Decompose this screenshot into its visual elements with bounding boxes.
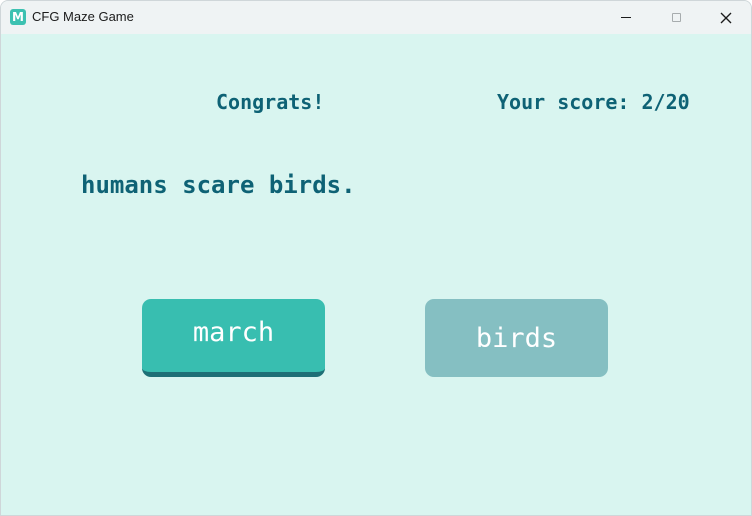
maze-app-icon: M	[10, 9, 26, 25]
minimize-button[interactable]	[601, 1, 651, 34]
phrase-text: humans scare birds.	[81, 171, 356, 199]
title-bar[interactable]: M CFG Maze Game	[1, 1, 751, 34]
answer-button-march[interactable]: march	[142, 299, 325, 377]
close-icon	[720, 12, 732, 23]
answer-button-birds[interactable]: birds	[425, 299, 608, 377]
window-title: CFG Maze Game	[32, 9, 134, 24]
maximize-icon	[671, 13, 681, 22]
score-text: Your score: 2/20	[497, 90, 690, 114]
close-button[interactable]	[701, 1, 751, 34]
maximize-button[interactable]	[651, 1, 701, 34]
minimize-icon	[621, 17, 631, 18]
app-window: M CFG Maze Game Congrats! Your score: 2/…	[0, 0, 752, 516]
congrats-text: Congrats!	[216, 90, 325, 114]
